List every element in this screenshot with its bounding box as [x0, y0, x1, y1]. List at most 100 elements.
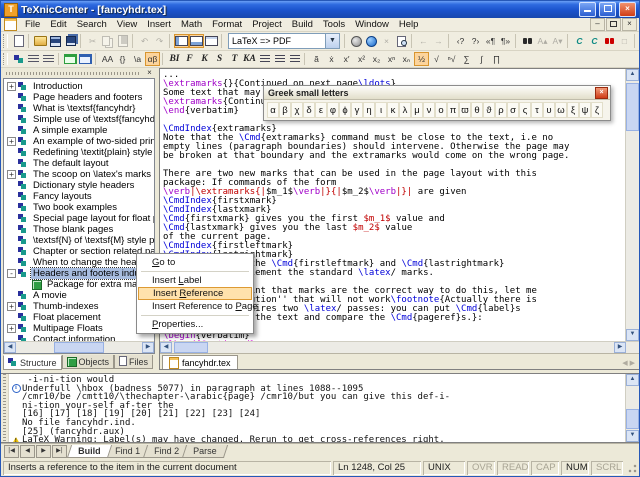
tree-item[interactable]: When to change the headers and footers? [4, 257, 154, 268]
expand-icon[interactable]: + [7, 137, 16, 146]
minimize-button[interactable] [579, 2, 596, 17]
menu-file[interactable]: File [20, 18, 45, 31]
expand-icon[interactable]: + [7, 302, 16, 311]
greek-toolbar-titlebar[interactable]: Greek small letters × [264, 86, 610, 100]
tree-item[interactable]: A movie [4, 290, 154, 301]
menu-edit[interactable]: Edit [45, 18, 71, 31]
first-result-icon[interactable]: |◀ [4, 445, 19, 458]
greek-letter-ξ[interactable]: ξ [567, 102, 579, 118]
tree-item[interactable]: Chapter or section related page numbers [4, 246, 154, 257]
greek-letter-λ[interactable]: λ [399, 102, 411, 118]
greek-toolbar-close-icon[interactable]: × [595, 87, 608, 99]
menu-tools[interactable]: Tools [318, 18, 350, 31]
expand-icon[interactable]: + [7, 324, 16, 333]
toolbar-grip[interactable] [3, 34, 8, 48]
copy-icon[interactable] [100, 34, 115, 48]
output-vertical-scrollbar[interactable]: ▲ ▼ [625, 374, 639, 442]
math-accent[interactable]: ã [309, 52, 324, 66]
greek-letter-ο[interactable]: ο [435, 102, 447, 118]
tree-item[interactable]: Page headers and footers [4, 92, 154, 103]
menu-view[interactable]: View [112, 18, 142, 31]
tree-item[interactable]: Two book examples [4, 202, 154, 213]
context-menu-item-insert-label[interactable]: Insert Label [138, 274, 252, 287]
navigator-close-icon[interactable]: × [144, 69, 155, 78]
greek-letter-ε[interactable]: ε [315, 102, 327, 118]
menu-build[interactable]: Build [287, 18, 318, 31]
view-output-icon[interactable] [394, 34, 409, 48]
menu-window[interactable]: Window [350, 18, 394, 31]
greek-letter-ς[interactable]: ς [519, 102, 531, 118]
goto-next-error[interactable]: → [431, 34, 446, 48]
toggle-greek-toolbar[interactable]: αβ [145, 52, 160, 66]
prev-result-icon[interactable]: ◀ [20, 445, 35, 458]
scroll-right-icon[interactable]: ▶ [142, 342, 154, 353]
next-bad-box[interactable]: ¶» [498, 34, 513, 48]
build-output-log[interactable]: -i-ni-tion wouldiUnderfull \hbox (badnes… [9, 374, 625, 442]
insert-itemize-icon[interactable] [41, 52, 56, 66]
math-dot[interactable]: ẋ [324, 52, 339, 66]
scroll-left-icon[interactable]: ◀ [160, 342, 172, 353]
tree-item[interactable]: +Introduction [4, 81, 154, 92]
editor-vertical-scrollbar[interactable]: ▲ ▼ [625, 69, 639, 341]
save-file-icon[interactable] [48, 34, 63, 48]
greek-letter-β[interactable]: β [279, 102, 291, 118]
greek-letter-ζ[interactable]: ζ [591, 102, 603, 118]
tree-item[interactable]: +The scoop on \latex's marks [4, 169, 154, 180]
tree-item[interactable]: +An example of two-sided printing [4, 136, 154, 147]
find-next[interactable]: A▾ [550, 34, 565, 48]
tree-item[interactable]: \textsf{N} of \textsf{M} style page numb… [4, 235, 154, 246]
context-menu-item-insert-reference[interactable]: Insert Reference [138, 287, 252, 300]
italic[interactable]: K [197, 52, 212, 66]
scroll-right-icon[interactable]: ▶ [614, 342, 626, 353]
mdi-close-button[interactable]: × [622, 18, 637, 31]
expand-icon[interactable]: + [7, 170, 16, 179]
tree-item[interactable]: Fancy layouts [4, 191, 154, 202]
insert-tabular-icon[interactable] [78, 52, 93, 66]
menu-search[interactable]: Search [72, 18, 112, 31]
greek-letter-σ[interactable]: σ [507, 102, 519, 118]
insert-command[interactable]: \a [130, 52, 145, 66]
output-profile-select[interactable]: LaTeX => PDF▼ [228, 33, 340, 49]
tree-item[interactable]: A simple example [4, 125, 154, 136]
output-dock-gripper[interactable] [1, 374, 9, 442]
greek-letter-τ[interactable]: τ [531, 102, 543, 118]
typewriter[interactable]: T [227, 52, 242, 66]
greek-letter-π[interactable]: π [447, 102, 459, 118]
build-and-view-icon[interactable] [364, 34, 379, 48]
tree-item[interactable]: +Thumb-indexes [4, 301, 154, 312]
tree-item[interactable]: +Multipage Floats [4, 323, 154, 334]
output-tab-build[interactable]: Build [67, 445, 112, 458]
document-icon[interactable] [4, 18, 17, 31]
find-in-files-icon[interactable] [602, 34, 617, 48]
maximize-button[interactable] [599, 2, 616, 17]
new-document-icon[interactable] [11, 34, 26, 48]
context-menu-item-go-to[interactable]: Go to [138, 256, 252, 269]
math-integral[interactable]: ∫ [474, 52, 489, 66]
math-sum[interactable]: ∑ [459, 52, 474, 66]
math-index[interactable]: xₙ [399, 52, 414, 66]
context-menu-item-insert-reference-to-page[interactable]: Insert Reference to Page [138, 300, 252, 313]
toggle-structure-view-icon[interactable] [11, 52, 26, 66]
greek-letter-η[interactable]: η [363, 102, 375, 118]
greek-letter-γ[interactable]: γ [351, 102, 363, 118]
prev-bad-box[interactable]: «¶ [483, 34, 498, 48]
tree-item[interactable]: Special page layout for float pages [4, 213, 154, 224]
tree-item[interactable]: Float placement [4, 312, 154, 323]
close-button[interactable]: × [619, 2, 636, 17]
menu-help[interactable]: Help [394, 18, 424, 31]
align-left-icon[interactable] [257, 52, 272, 66]
insert-reference-button[interactable]: C [572, 34, 587, 48]
toggle-navigator-panel-icon[interactable] [174, 34, 189, 48]
math-nth-root[interactable]: ⁿ√ [444, 52, 459, 66]
greek-letter-δ[interactable]: δ [303, 102, 315, 118]
context-menu-item-properties[interactable]: Properties... [138, 318, 252, 331]
greek-letter-φ[interactable]: φ [327, 102, 339, 118]
build-output-icon[interactable] [349, 34, 364, 48]
emphasize[interactable]: BI [167, 52, 182, 66]
greek-letter-κ[interactable]: κ [387, 102, 399, 118]
tree-item[interactable]: Contact information [4, 334, 154, 341]
tab-structure[interactable]: Structure [3, 355, 62, 370]
math-fraction[interactable]: ½ [414, 52, 429, 66]
insert-environment[interactable]: {} [115, 52, 130, 66]
greek-letter-ι[interactable]: ι [375, 102, 387, 118]
